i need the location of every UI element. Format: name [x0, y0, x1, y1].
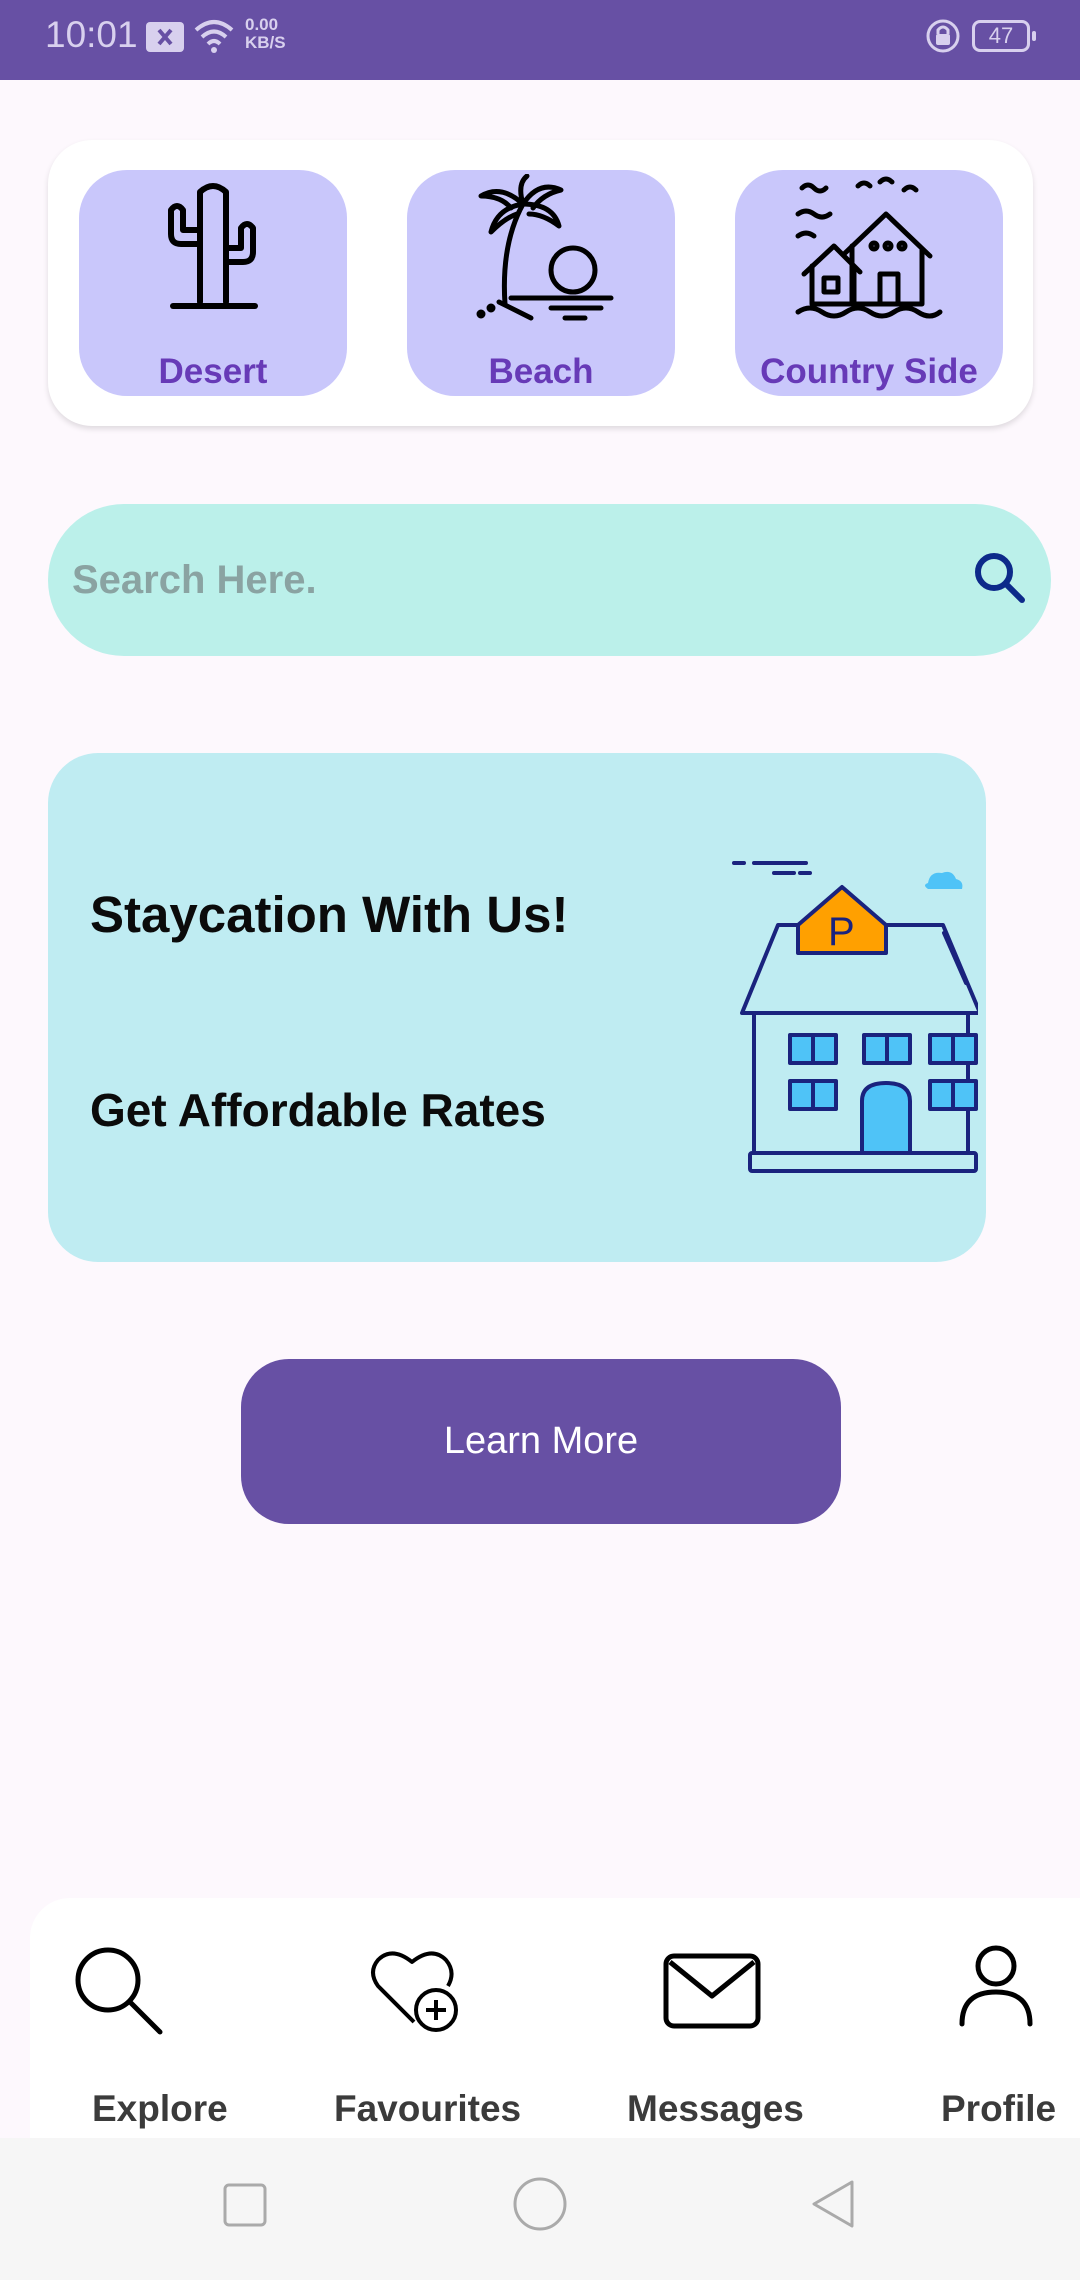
app-screen: 10:01 0.00 KB/S 47 Desert Beach Country … — [0, 0, 1080, 2280]
system-navigation-bar — [0, 2138, 1080, 2280]
status-time: 10:01 — [45, 14, 138, 55]
back-button[interactable] — [808, 2178, 858, 2235]
rotation-lock-icon — [925, 16, 961, 61]
promo-banner: Staycation With Us! Get Affordable Rates… — [48, 753, 986, 1262]
search-bar — [48, 504, 1051, 656]
nav-label: Favourites — [334, 2088, 522, 2129]
learn-more-button[interactable]: Learn More — [241, 1359, 841, 1524]
promo-title: Staycation With Us! — [90, 886, 569, 943]
house-illustration: P — [678, 853, 982, 1178]
recent-apps-button[interactable] — [222, 2182, 268, 2233]
promo-subtitle: Get Affordable Rates — [90, 1084, 546, 1136]
network-speed: 0.00 KB/S — [245, 16, 286, 52]
cactus-icon — [79, 174, 347, 314]
nav-item-profile[interactable]: Profile — [930, 1898, 1080, 2138]
network-speed-unit: KB/S — [245, 33, 286, 52]
wifi-icon — [192, 16, 236, 61]
category-label: Country Side — [760, 352, 978, 391]
network-speed-value: 0.00 — [245, 15, 279, 34]
nav-item-explore[interactable]: Explore — [70, 1898, 230, 2138]
category-beach[interactable]: Beach — [407, 170, 675, 396]
village-houses-icon — [735, 174, 1003, 324]
palm-tree-sunset-icon — [407, 174, 675, 324]
category-card: Desert Beach Country Side — [48, 140, 1033, 426]
nav-label: Messages — [627, 2088, 804, 2129]
search-icon[interactable] — [970, 548, 1030, 613]
nav-label: Profile — [941, 2088, 1057, 2129]
category-country-side[interactable]: Country Side — [735, 170, 1003, 396]
person-icon — [956, 1942, 1036, 2037]
category-label: Beach — [488, 352, 594, 391]
status-bar: 10:01 0.00 KB/S 47 — [0, 0, 1080, 80]
category-label: Desert — [158, 352, 268, 391]
nav-label: Explore — [92, 2088, 228, 2129]
envelope-icon — [662, 1952, 762, 2037]
home-button[interactable] — [512, 2176, 568, 2237]
battery-indicator: 47 — [972, 20, 1036, 52]
nav-item-messages[interactable]: Messages — [625, 1898, 815, 2138]
search-input[interactable] — [72, 544, 932, 616]
category-desert[interactable]: Desert — [79, 170, 347, 396]
search-icon — [70, 1942, 166, 2043]
notification-x-icon — [146, 22, 184, 52]
heart-plus-icon — [368, 1942, 464, 2043]
parking-sign-letter: P — [828, 910, 855, 954]
nav-item-favourites[interactable]: Favourites — [330, 1898, 530, 2138]
bottom-navigation: Explore Favourites Messages Profile — [30, 1898, 1080, 2138]
